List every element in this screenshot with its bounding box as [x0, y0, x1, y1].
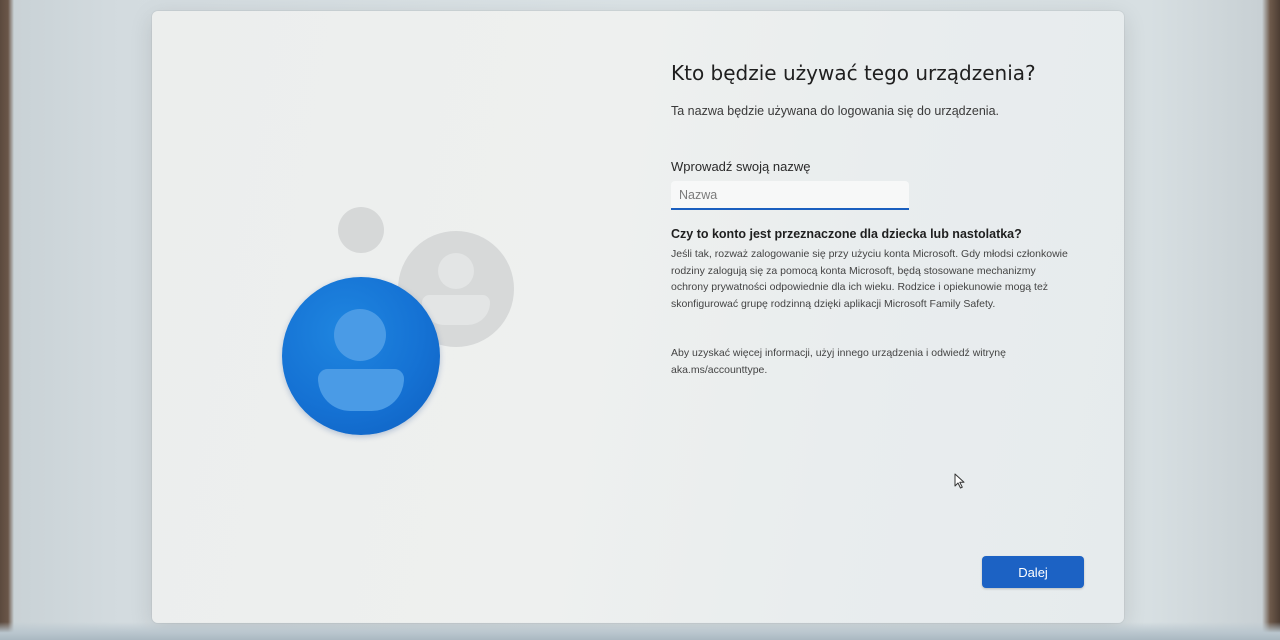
- decorative-circle-icon: [338, 207, 384, 253]
- secondary-user-head: [438, 253, 474, 289]
- next-button[interactable]: Dalej: [982, 556, 1084, 588]
- account-illustration: [276, 201, 516, 441]
- screen-bottom-edge: [0, 622, 1280, 640]
- name-input[interactable]: [671, 181, 909, 210]
- secondary-user-body: [422, 295, 490, 325]
- mouse-pointer-icon: [954, 473, 965, 489]
- user-avatar-body: [318, 369, 404, 411]
- name-field-label: Wprowadź swoją nazwę: [671, 159, 811, 174]
- setup-window: Kto będzie używać tego urządzenia? Ta na…: [152, 11, 1124, 623]
- page-title: Kto będzie używać tego urządzenia?: [671, 61, 1036, 85]
- page-subtitle: Ta nazwa będzie używana do logowania się…: [671, 104, 999, 118]
- more-info-text: Aby uzyskać więcej informacji, użyj inne…: [671, 347, 1006, 376]
- user-avatar-head: [334, 309, 386, 361]
- user-avatar-icon: [282, 277, 440, 435]
- child-account-question: Czy to konto jest przeznaczone dla dziec…: [671, 227, 1022, 241]
- child-account-info: Jeśli tak, rozważ zalogowanie się przy u…: [671, 248, 1068, 310]
